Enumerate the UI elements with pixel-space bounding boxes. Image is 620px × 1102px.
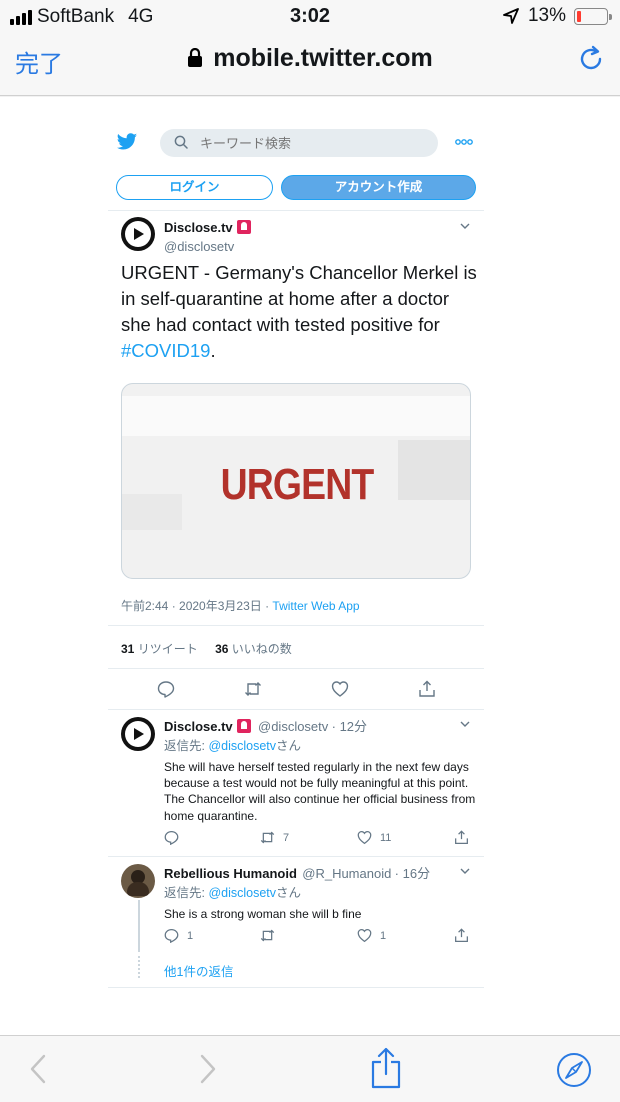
chevron-down-icon[interactable]: [460, 221, 470, 231]
signup-button[interactable]: アカウント作成: [281, 175, 476, 200]
location-arrow-icon: [503, 8, 519, 24]
author-handle[interactable]: @disclosetv: [164, 239, 251, 254]
browser-toolbar: [0, 1035, 620, 1102]
reply-text: She will have herself tested regularly i…: [164, 760, 476, 823]
heart-icon[interactable]: [331, 680, 349, 698]
reply-icon[interactable]: [157, 680, 175, 698]
search-input[interactable]: [200, 129, 430, 157]
reply-tweet[interactable]: Disclose.tv @disclosetv · 12分 返信先: @disc…: [108, 709, 484, 856]
browser-nav-bar: 完了 mobile.twitter.com: [0, 32, 620, 96]
siren-icon: [236, 220, 251, 234]
divider: [108, 668, 484, 669]
source-link[interactable]: Twitter Web App: [272, 599, 359, 613]
like-count: 1: [380, 929, 387, 942]
network-label: 4G: [128, 6, 154, 27]
reply-actions: 7 11: [164, 830, 476, 848]
status-bar: SoftBank 4G 3:02 13%: [0, 0, 620, 32]
share-icon[interactable]: [454, 830, 469, 845]
divider: [108, 210, 484, 211]
login-button[interactable]: ログイン: [116, 175, 273, 200]
share-icon[interactable]: [370, 1046, 402, 1090]
retweet-count: 7: [283, 831, 290, 844]
thread-dots: [138, 956, 140, 978]
tweet-text-body: URGENT - Germany's Chancellor Merkel is …: [121, 262, 477, 335]
thread-line: [138, 900, 140, 952]
heart-icon[interactable]: [357, 830, 372, 845]
tweet-media-image[interactable]: URGENT: [121, 383, 471, 579]
back-arrow-icon[interactable]: [28, 1054, 50, 1084]
reply-time: · 12分: [331, 719, 368, 734]
author-name[interactable]: Disclose.tv: [164, 220, 233, 235]
forward-arrow-icon[interactable]: [196, 1054, 218, 1084]
more-options-icon[interactable]: [454, 135, 474, 149]
signal-icon: [10, 9, 32, 25]
reply-to-line: 返信先: @disclosetvさん: [164, 739, 302, 753]
reload-icon[interactable]: [576, 44, 606, 74]
reply-count: 1: [187, 929, 194, 942]
reply-text: She is a strong woman she will b fine: [164, 907, 362, 921]
url-text: mobile.twitter.com: [213, 44, 433, 72]
reply-author-handle[interactable]: @disclosetv: [258, 719, 328, 734]
reply-time: · 16分: [394, 866, 431, 881]
retweet-stat[interactable]: 31 リツイート: [121, 642, 198, 656]
reply-author-handle[interactable]: @R_Humanoid: [302, 866, 391, 881]
reply-icon[interactable]: [164, 830, 179, 845]
lock-icon: [188, 47, 203, 67]
retweet-icon[interactable]: [244, 680, 262, 698]
avatar[interactable]: [121, 864, 155, 898]
reply-author-name[interactable]: Disclose.tv: [164, 719, 233, 734]
battery-icon: [574, 7, 612, 25]
like-count: 11: [380, 831, 392, 844]
reply-author-name[interactable]: Rebellious Humanoid: [164, 866, 297, 881]
tweet-timestamp: 午前2:44 · 2020年3月23日 · Twitter Web App: [121, 597, 360, 614]
hashtag-link[interactable]: #COVID19: [121, 340, 210, 361]
reply-to-handle[interactable]: @disclosetv: [208, 739, 276, 753]
reply-actions: 1 1: [164, 928, 476, 946]
share-icon[interactable]: [454, 928, 469, 943]
retweet-icon[interactable]: [260, 928, 275, 943]
avatar[interactable]: [121, 217, 155, 251]
timestamp-text: 午前2:44 · 2020年3月23日 ·: [121, 599, 273, 613]
divider: [108, 987, 484, 988]
siren-icon: [236, 719, 251, 733]
done-button[interactable]: 完了: [15, 44, 63, 79]
address-bar[interactable]: mobile.twitter.com: [0, 44, 620, 73]
compass-icon[interactable]: [556, 1052, 592, 1088]
avatar[interactable]: [121, 717, 155, 751]
share-icon[interactable]: [418, 680, 436, 698]
like-stat[interactable]: 36 いいねの数: [215, 642, 292, 656]
search-box[interactable]: [160, 129, 438, 157]
search-icon: [174, 135, 188, 149]
web-page: ログイン アカウント作成 Disclose.tv @disclosetv URG…: [0, 97, 620, 1035]
retweet-icon[interactable]: [260, 830, 275, 845]
twitter-bird-icon[interactable]: [116, 131, 138, 153]
heart-icon[interactable]: [357, 928, 372, 943]
reply-to-handle[interactable]: @disclosetv: [208, 886, 276, 900]
media-urgent-text: URGENT: [220, 460, 375, 509]
reply-icon[interactable]: [164, 928, 179, 943]
reply-tweet[interactable]: Rebellious Humanoid @R_Humanoid · 16分 返信…: [108, 856, 484, 988]
tweet-stats: 31 リツイート 36 いいねの数: [121, 640, 292, 657]
reply-to-line: 返信先: @disclosetvさん: [164, 886, 302, 900]
twitter-header: [108, 127, 484, 159]
tweet-text-end: .: [210, 340, 216, 361]
tweet-text: URGENT - Germany's Chancellor Merkel is …: [121, 260, 481, 364]
divider: [108, 625, 484, 626]
carrier-label: SoftBank: [37, 6, 115, 27]
battery-percent: 13%: [527, 5, 566, 26]
more-replies-link[interactable]: 他1件の返信: [164, 961, 233, 980]
tweet-actions: [108, 680, 484, 700]
